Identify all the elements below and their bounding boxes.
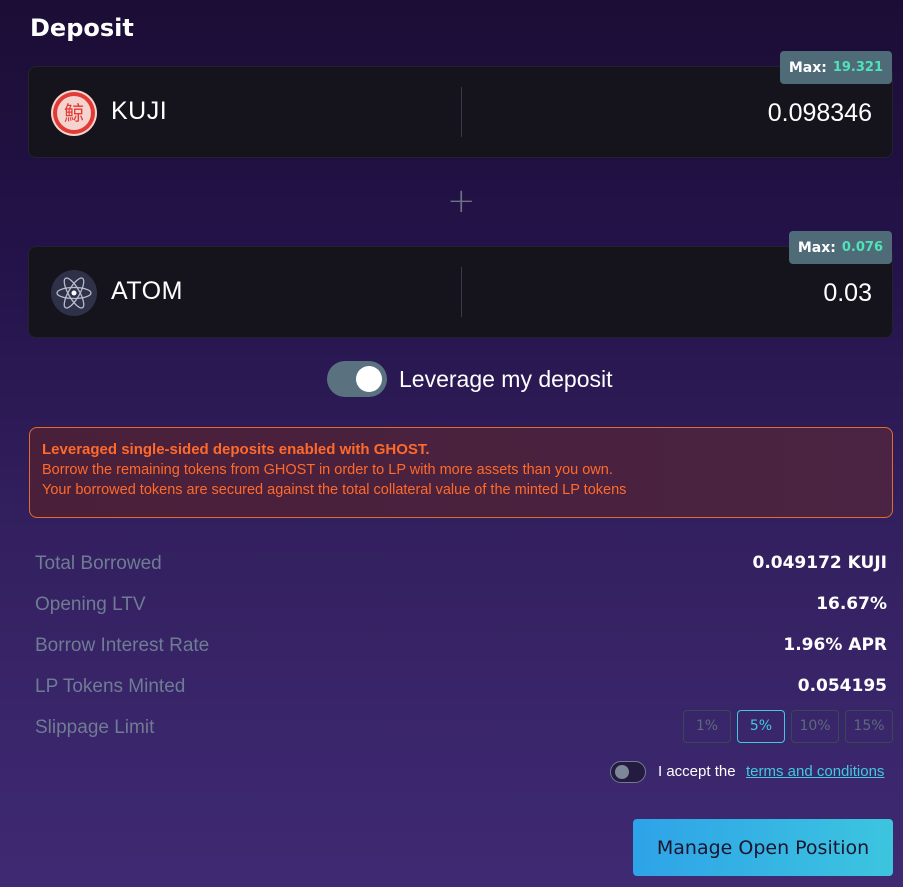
stat-label-lp-tokens-minted: LP Tokens Minted [35, 676, 186, 697]
kuji-amount-input[interactable] [492, 91, 872, 135]
terms-link[interactable]: terms and conditions [746, 763, 884, 780]
divider [461, 267, 462, 317]
atom-token-icon [50, 269, 98, 317]
notice-line: Your borrowed tokens are secured against… [42, 482, 627, 498]
slippage-option-15[interactable]: 15% [845, 710, 893, 743]
max-label: Max: [788, 59, 827, 76]
toggle-knob [615, 765, 629, 779]
slippage-option-10[interactable]: 10% [791, 710, 839, 743]
slippage-option-1[interactable]: 1% [683, 710, 731, 743]
token-symbol: KUJI [111, 97, 168, 125]
stat-value-lp-tokens-minted: 0.054195 [797, 676, 887, 696]
asset-card-kuji: 鯨 KUJI Max: 19.321 [28, 51, 893, 158]
plus-icon: + [447, 181, 476, 221]
atom-amount-input[interactable] [492, 271, 872, 315]
max-label: Max: [797, 239, 836, 256]
accept-terms-toggle[interactable] [610, 761, 646, 783]
slippage-label: Slippage Limit [35, 717, 155, 738]
max-value: 19.321 [832, 60, 883, 75]
stat-label-borrow-interest-rate: Borrow Interest Rate [35, 635, 210, 656]
max-value: 0.076 [841, 240, 883, 255]
svg-text:鯨: 鯨 [64, 101, 84, 125]
stat-value-opening-ltv: 16.67% [816, 594, 887, 614]
leverage-label: Leverage my deposit [399, 366, 613, 392]
manage-open-position-button[interactable]: Manage Open Position [633, 819, 893, 876]
token-symbol: ATOM [111, 277, 183, 305]
stat-value-total-borrowed: 0.049172 KUJI [752, 553, 887, 573]
page-title: Deposit [30, 14, 134, 42]
stat-label-total-borrowed: Total Borrowed [35, 553, 162, 574]
kuji-max-button[interactable]: Max: 19.321 [779, 51, 892, 84]
stat-value-borrow-interest-rate: 1.96% APR [783, 635, 887, 655]
leverage-notice: Leveraged single-sided deposits enabled … [29, 427, 893, 518]
notice-heading: Leveraged single-sided deposits enabled … [42, 441, 430, 458]
notice-line: Borrow the remaining tokens from GHOST i… [42, 462, 613, 478]
slippage-option-5[interactable]: 5% [737, 710, 785, 743]
asset-card-atom: ATOM Max: 0.076 [28, 231, 893, 338]
accept-terms-text: I accept the [658, 763, 736, 780]
divider [461, 87, 462, 137]
toggle-knob [356, 366, 382, 392]
leverage-toggle[interactable] [327, 361, 387, 397]
stat-label-opening-ltv: Opening LTV [35, 594, 146, 615]
atom-max-button[interactable]: Max: 0.076 [788, 231, 892, 264]
kuji-token-icon: 鯨 [50, 89, 98, 137]
